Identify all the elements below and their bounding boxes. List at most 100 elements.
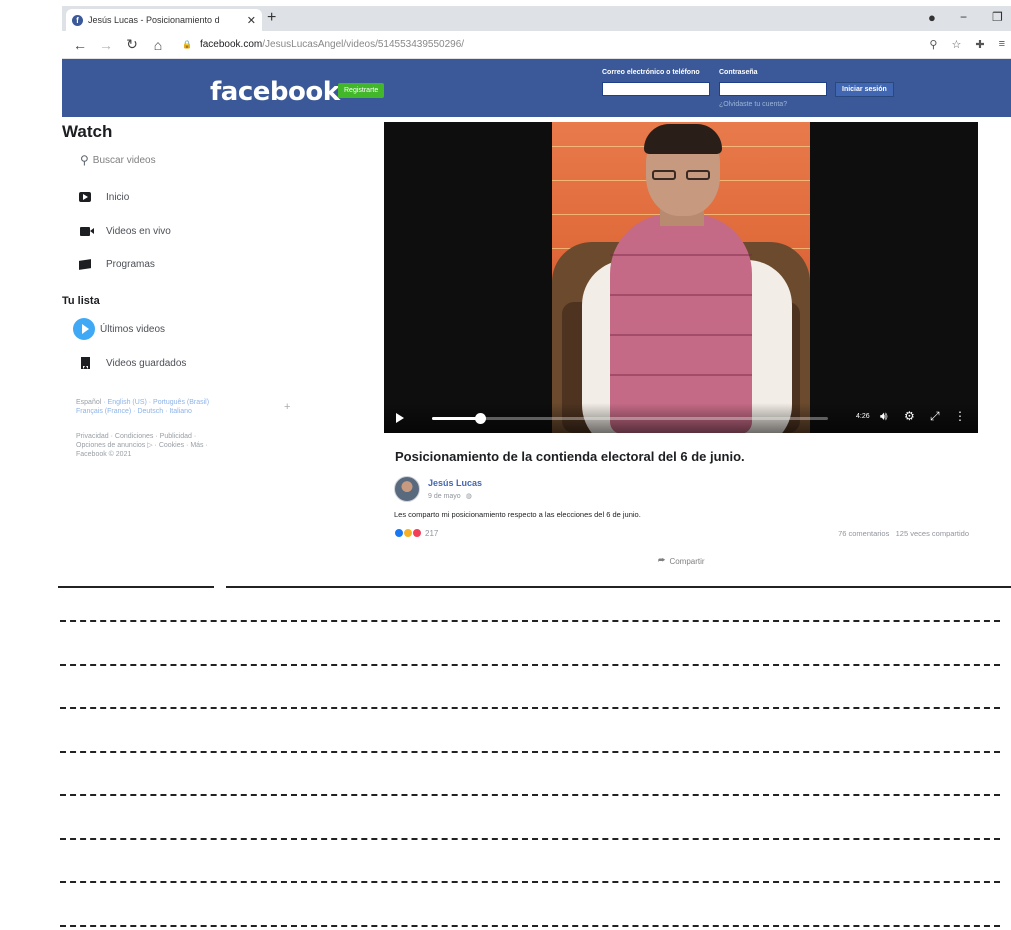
forward-arrow-icon[interactable]: → <box>98 37 114 53</box>
volume-icon[interactable]: 🔊︎ <box>880 409 888 424</box>
avatar[interactable] <box>394 476 420 502</box>
gear-icon[interactable]: ⚙ <box>904 409 915 423</box>
shares-count[interactable]: 125 veces compartido <box>896 529 969 538</box>
current-language: Español <box>76 399 102 406</box>
more-languages-button[interactable]: + <box>284 401 290 413</box>
play-icon <box>78 191 92 203</box>
share-label: Compartir <box>669 556 705 566</box>
bookmark-icon <box>78 357 92 369</box>
tu-lista-heading: Tu lista <box>62 295 100 307</box>
post-date-text[interactable]: 9 de mayo <box>428 493 461 500</box>
reload-icon[interactable]: ↻ <box>124 36 140 53</box>
globe-icon: ◍ <box>465 493 472 500</box>
login-button[interactable]: Iniciar sesión <box>835 82 894 97</box>
watch-title: Watch <box>62 122 113 141</box>
play-icon[interactable] <box>396 413 404 423</box>
legal-line[interactable]: Privacidad · Condiciones · Publicidad · <box>76 432 276 441</box>
author-name[interactable]: Jesús Lucas <box>428 478 482 488</box>
post-title: Posicionamiento de la contienda electora… <box>395 449 745 464</box>
language-links-2[interactable]: Français (France) · Deutsch · Italiano <box>76 408 192 415</box>
search-videos[interactable]: ⚲ Buscar videos <box>80 153 156 167</box>
progress-fill <box>432 417 480 420</box>
dashed-writing-line <box>60 707 1000 709</box>
close-tab-icon[interactable]: ✕ <box>247 14 256 27</box>
sidebar-item-label: Inicio <box>106 191 130 203</box>
sidebar-item-programas[interactable]: Programas <box>78 258 155 270</box>
dashed-writing-line <box>60 663 1000 666</box>
latest-videos-icon <box>73 318 95 340</box>
url-host: facebook.com <box>199 39 263 50</box>
legal-line: Facebook © 2021 <box>76 451 132 458</box>
url-field[interactable]: 🔒 facebook.com /JesusLucasAngel/videos/5… <box>182 39 464 50</box>
dashed-writing-line <box>60 750 1000 753</box>
lock-icon: 🔒 <box>182 40 192 49</box>
minimize-icon[interactable]: − <box>960 10 967 24</box>
video-frame <box>552 122 810 433</box>
live-camera-icon <box>78 225 94 237</box>
divider-line <box>226 586 1011 588</box>
reactions-count: 217 <box>425 528 439 538</box>
language-links-1[interactable]: English (US) · Português (Brasil) <box>108 399 210 406</box>
dashed-writing-line <box>60 620 1000 622</box>
dashed-writing-line <box>60 794 1000 796</box>
post-stats: 76 comentarios 125 veces compartido <box>838 529 969 538</box>
love-reaction-icon <box>412 528 422 538</box>
address-bar: ← → ↻ ⌂ 🔒 facebook.com /JesusLucasAngel/… <box>62 31 1011 59</box>
email-label: Correo electrónico o teléfono <box>602 69 700 76</box>
sidebar-item-ultimos-videos[interactable]: Últimos videos <box>73 318 166 340</box>
divider-line <box>58 586 214 588</box>
dashed-writing-line <box>60 837 1000 840</box>
facebook-logo[interactable]: facebook <box>210 77 340 107</box>
profile-icon[interactable]: ● <box>928 10 936 25</box>
new-tab-button[interactable]: + <box>267 9 276 27</box>
reactions[interactable]: 217 <box>394 528 438 538</box>
sidebar-item-inicio[interactable]: Inicio <box>78 191 129 203</box>
share-icon: ⮫ <box>658 556 666 565</box>
dashed-writing-line <box>60 924 1000 927</box>
video-time: 4:26 <box>856 413 870 420</box>
footer-legal: Privacidad · Condiciones · Publicidad · … <box>76 432 276 459</box>
back-arrow-icon[interactable]: ← <box>72 37 88 53</box>
zoom-icon[interactable]: ⚲ <box>929 38 937 51</box>
video-player[interactable]: 4:26 🔊︎ ⚙ ⤢ ⋮ <box>384 122 978 433</box>
share-button[interactable]: ⮫ Compartir <box>658 556 705 566</box>
browser-tools: ⚲ ☆ ✚ ≡ <box>929 38 1005 51</box>
progress-track[interactable] <box>432 413 828 424</box>
video-controls: 4:26 🔊︎ ⚙ ⤢ ⋮ <box>384 403 978 433</box>
sidebar-item-videos-guardados[interactable]: Videos guardados <box>78 357 186 369</box>
reading-list-icon[interactable]: ≡ <box>999 38 1005 51</box>
search-icon: ⚲ <box>80 153 89 167</box>
language-list: Español · English (US) · Português (Bras… <box>76 399 210 415</box>
dashed-writing-line <box>60 881 1000 883</box>
post-body: Les comparto mi posicionamiento respecto… <box>394 510 641 519</box>
search-input[interactable]: Buscar videos <box>93 155 156 166</box>
tab-title: Jesús Lucas - Posicionamiento d <box>88 15 220 25</box>
sidebar-item-label: Videos en vivo <box>106 225 171 237</box>
facebook-header: facebook Registrarte Correo electrónico … <box>62 59 1011 117</box>
url-path: /JesusLucasAngel/videos/514553439550296/ <box>262 39 465 50</box>
browser-tab[interactable]: f Jesús Lucas - Posicionamiento d ✕ <box>66 9 262 31</box>
more-options-icon[interactable]: ⋮ <box>954 409 966 423</box>
progress-handle[interactable] <box>474 413 486 424</box>
sidebar-item-videos-en-vivo[interactable]: Videos en vivo <box>78 225 171 237</box>
email-field[interactable] <box>602 82 710 96</box>
stamp-residue <box>0 0 62 200</box>
password-label: Contraseña <box>719 69 758 76</box>
sidebar-item-label: Videos guardados <box>106 357 187 369</box>
post-date: 9 de mayo ◍ <box>428 492 472 500</box>
maximize-icon[interactable]: ❐ <box>992 10 1003 24</box>
browser-tab-bar: f Jesús Lucas - Posicionamiento d ✕ + ● … <box>62 6 1011 31</box>
fullscreen-icon[interactable]: ⤢ <box>930 409 940 424</box>
comments-count[interactable]: 76 comentarios <box>838 529 889 538</box>
forgot-account-link[interactable]: ¿Olvidaste tu cuenta? <box>719 101 787 108</box>
extensions-icon[interactable]: ✚ <box>975 38 984 51</box>
register-button[interactable]: Registrarte <box>338 83 385 98</box>
legal-line[interactable]: Opciones de anuncios ▷ · Cookies · Más · <box>76 441 276 450</box>
password-field[interactable] <box>719 82 827 96</box>
facebook-favicon-icon: f <box>72 14 83 26</box>
bookmark-star-icon[interactable]: ☆ <box>951 38 961 51</box>
home-icon[interactable]: ⌂ <box>150 37 166 53</box>
sidebar-item-label: Programas <box>106 258 155 270</box>
clapper-icon <box>78 258 92 270</box>
sidebar-item-label: Últimos videos <box>100 323 166 335</box>
